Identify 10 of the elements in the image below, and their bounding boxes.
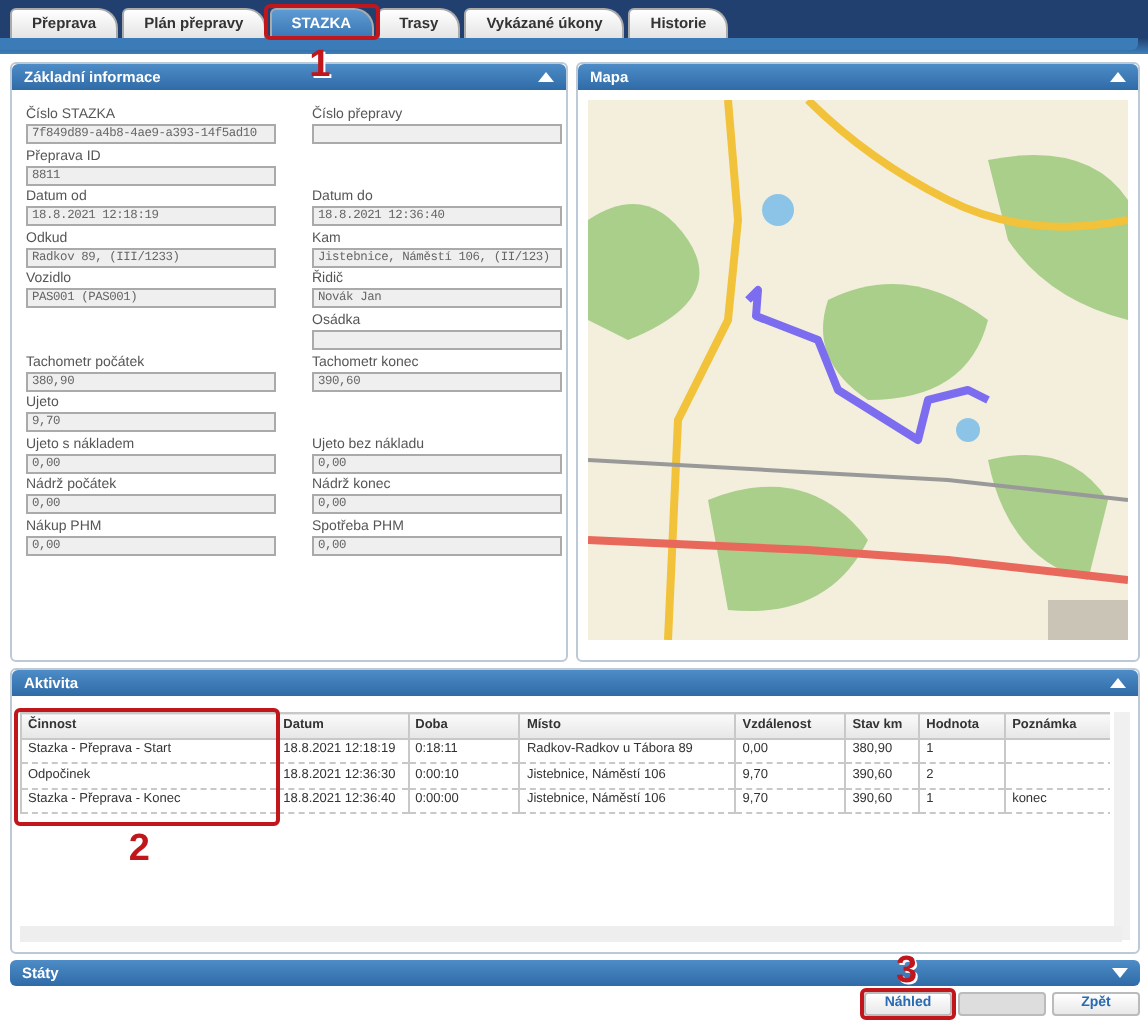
annotation-box: [860, 988, 956, 1020]
annotation-number: 3: [896, 952, 918, 990]
text-field[interactable]: [312, 124, 562, 144]
expand-icon[interactable]: [1112, 968, 1128, 978]
text-field[interactable]: [312, 329, 562, 350]
collapse-icon[interactable]: [1110, 678, 1126, 688]
collapse-icon[interactable]: [538, 72, 554, 82]
annotation-box: [263, 4, 380, 40]
annotation-number: 2: [128, 830, 150, 868]
collapse-icon[interactable]: [1110, 72, 1126, 82]
